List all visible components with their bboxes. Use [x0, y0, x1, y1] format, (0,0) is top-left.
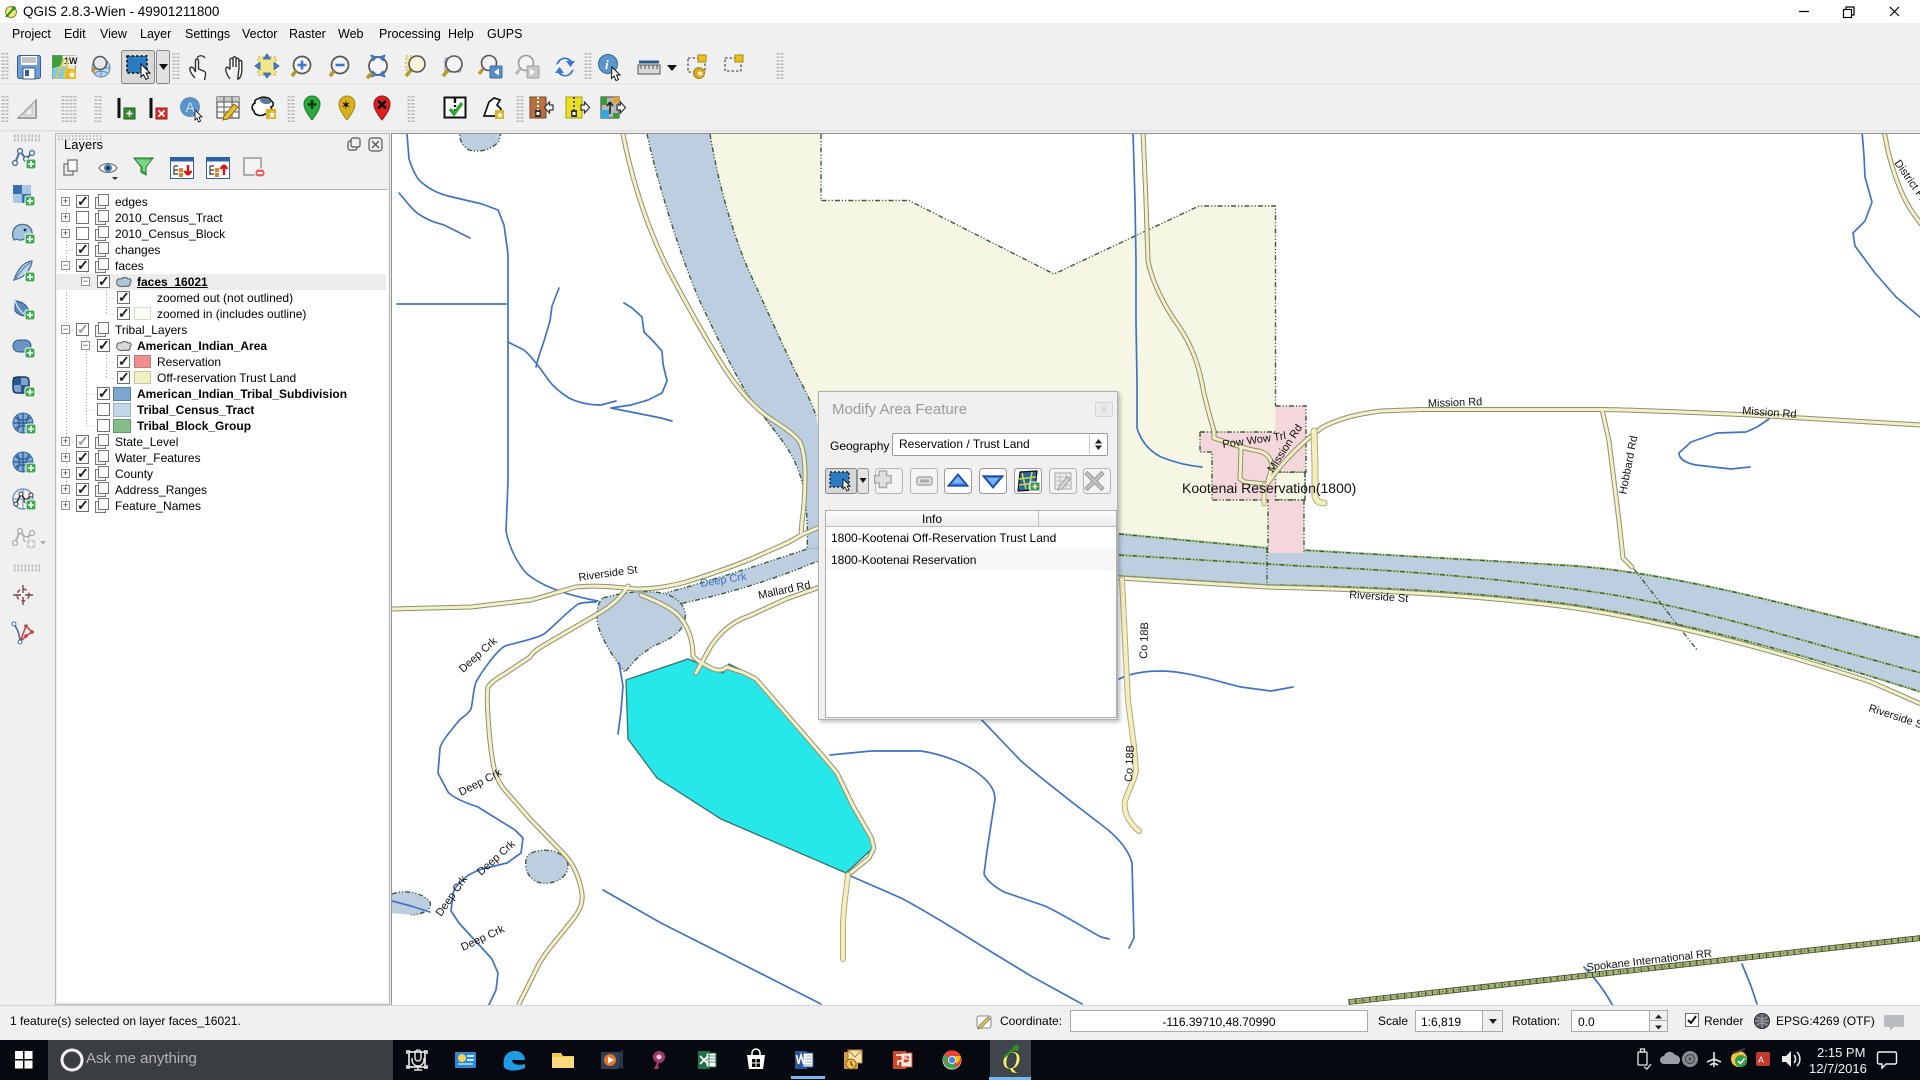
svg-text:A: A: [186, 99, 196, 115]
svg-text:✶: ✶: [341, 98, 352, 113]
svg-text:12/7/2016: 12/7/2016: [1809, 1061, 1867, 1076]
svg-text:2:15 PM: 2:15 PM: [1817, 1045, 1865, 1060]
svg-text:★: ★: [496, 110, 504, 120]
svg-text:★: ★: [68, 70, 77, 81]
svg-text:A: A: [1758, 1055, 1764, 1065]
svg-text:Co 18B: Co 18B: [1123, 745, 1137, 782]
svg-text:Kootenai Reservation(1800): Kootenai Reservation(1800): [1182, 480, 1356, 496]
svg-text:i: i: [605, 57, 609, 72]
svg-text:Mission Rd: Mission Rd: [1428, 396, 1483, 410]
svg-text:★: ★: [268, 110, 277, 121]
svg-text:✶: ✶: [696, 69, 705, 81]
svg-text:Co 18B: Co 18B: [1138, 622, 1151, 659]
